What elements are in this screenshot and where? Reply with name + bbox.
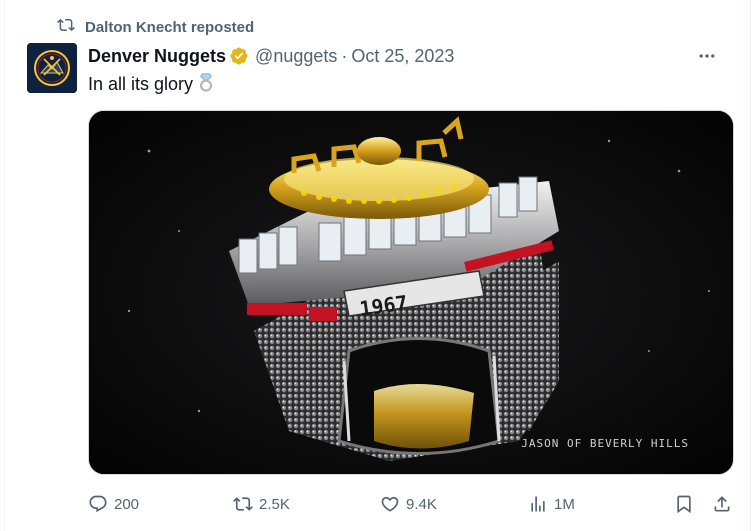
heart-icon xyxy=(381,496,399,512)
repost-count: 2.5K xyxy=(259,495,290,513)
more-options-button[interactable] xyxy=(692,44,722,68)
tweet-body: In all its glory xyxy=(88,74,194,94)
repost-action-icon xyxy=(233,497,253,511)
reply-button[interactable]: 200 xyxy=(88,490,139,518)
separator-dot: · xyxy=(341,45,348,66)
tweet-date[interactable]: Oct 25, 2023 xyxy=(351,46,454,67)
author-name[interactable]: Denver Nuggets xyxy=(88,46,226,67)
tweet-header: Denver Nuggets @nuggets · Oct 25, 2023 xyxy=(88,44,730,68)
bookmark-icon xyxy=(677,495,691,514)
media-watermark: JASON OF BEVERLY HILLS xyxy=(521,437,689,450)
like-count: 9.4K xyxy=(406,495,437,513)
reply-count: 200 xyxy=(114,495,140,513)
author-handle[interactable]: @nuggets xyxy=(255,46,337,67)
reply-icon xyxy=(89,495,107,513)
avatar[interactable] xyxy=(27,43,77,93)
ring-emoji-icon xyxy=(197,72,215,97)
like-button[interactable]: 9.4K xyxy=(380,490,437,518)
view-count: 1M xyxy=(554,495,575,513)
repost-icon xyxy=(57,16,75,38)
tweet-actions: 200 2.5K 9.4K 1M xyxy=(88,490,738,518)
repost-text: Dalton Knecht reposted xyxy=(85,18,255,36)
tweet-text: In all its glory xyxy=(88,72,215,97)
share-button[interactable] xyxy=(712,490,732,518)
repost-button[interactable]: 2.5K xyxy=(233,490,290,518)
repost-context[interactable]: Dalton Knecht reposted xyxy=(57,17,254,37)
analytics-icon xyxy=(531,496,545,512)
denver-nuggets-logo xyxy=(27,43,77,93)
tweet-card[interactable]: Dalton Knecht reposted Denver Nuggets @n… xyxy=(4,0,751,531)
views-button[interactable]: 1M xyxy=(528,490,575,518)
tweet-media-image[interactable]: 1967 JASON OF BEVERLY HILLS xyxy=(88,110,734,475)
more-icon xyxy=(699,54,715,58)
share-icon xyxy=(714,496,730,512)
bookmark-button[interactable] xyxy=(674,490,694,518)
verified-badge-icon[interactable] xyxy=(229,46,249,66)
